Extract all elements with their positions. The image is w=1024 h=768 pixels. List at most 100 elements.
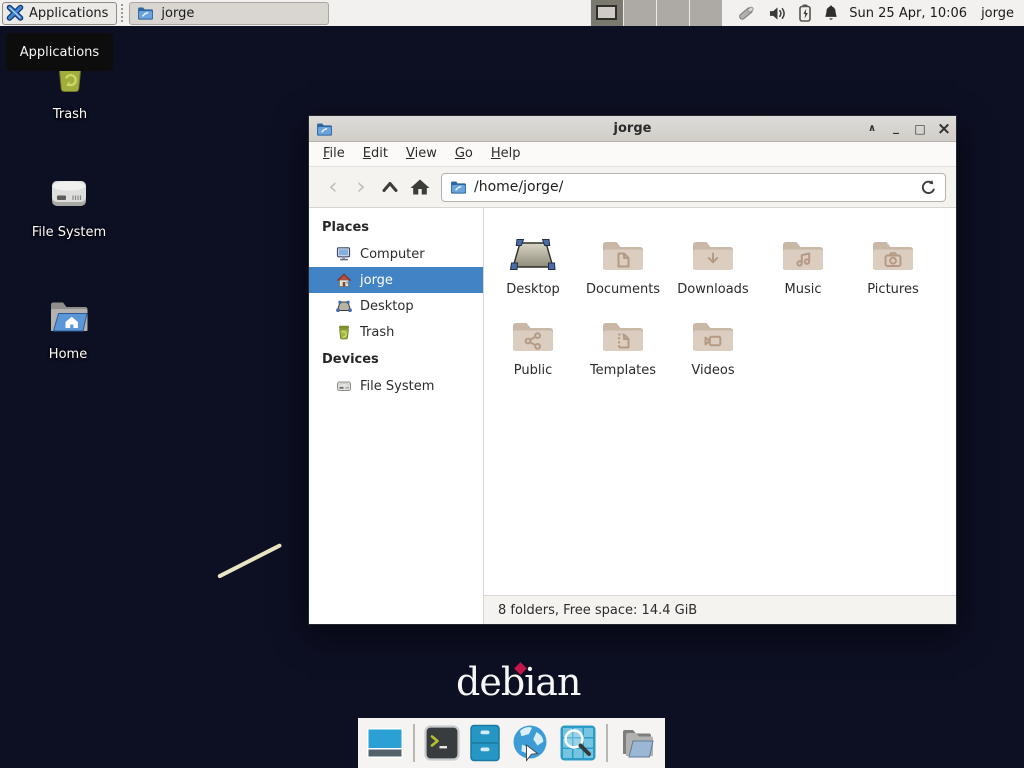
sidebar: Places Computer <box>309 208 484 624</box>
file-manager-window: jorge ∧ _ □ × File Edit View Go Help ‹ › <box>308 115 957 625</box>
window-controls: ∧ _ □ × <box>860 117 956 141</box>
sidebar-item-label: File System <box>360 379 434 394</box>
workspace-3[interactable] <box>656 0 689 26</box>
file-pane[interactable]: Desktop Documents <box>484 208 956 595</box>
sidebar-item-label: Desktop <box>360 299 414 314</box>
xfce-logo-icon <box>6 4 24 22</box>
home-button[interactable] <box>405 177 435 197</box>
minimize-button[interactable]: _ <box>884 115 908 139</box>
desktop-icon-label: Trash <box>53 107 87 122</box>
folder-public-icon <box>509 317 557 357</box>
path-input[interactable]: /home/jorge/ <box>474 179 913 195</box>
sidebar-item-file-system[interactable]: File System <box>309 373 483 399</box>
directory-menu-button[interactable] <box>617 726 657 760</box>
statusbar: 8 folders, Free space: 14.4 GiB <box>484 595 956 624</box>
user-home-icon <box>336 272 352 288</box>
system-tray <box>736 4 839 22</box>
desktop-icon-home[interactable]: Home <box>6 296 130 362</box>
home-folder-icon <box>44 296 92 340</box>
window-body: Places Computer <box>309 208 956 624</box>
folder-icon <box>137 6 154 20</box>
titlebar[interactable]: jorge ∧ _ □ × <box>309 116 956 142</box>
folder-music-icon <box>779 236 827 276</box>
menu-edit[interactable]: Edit <box>354 142 397 166</box>
path-bar[interactable]: /home/jorge/ <box>441 173 946 202</box>
top-panel: Applications jorge <box>0 0 1024 26</box>
folder-stack-icon <box>617 726 657 760</box>
sidebar-item-desktop[interactable]: Desktop <box>309 293 483 319</box>
file-manager-launcher[interactable] <box>469 724 501 762</box>
web-browser-launcher[interactable] <box>510 723 550 763</box>
app-finder-launcher[interactable] <box>559 724 597 762</box>
file-label: Desktop <box>506 282 560 297</box>
close-button[interactable]: × <box>932 117 956 141</box>
menu-view[interactable]: View <box>397 142 446 166</box>
sidebar-item-trash[interactable]: Trash <box>309 319 483 345</box>
toolbar: ‹ › /home/jorge/ <box>309 167 956 208</box>
file-label: Documents <box>586 282 660 297</box>
notifications-bell-icon[interactable] <box>823 4 839 22</box>
file-item-pictures[interactable]: Pictures <box>848 224 938 297</box>
menu-go[interactable]: Go <box>446 142 482 166</box>
folder-pictures-icon <box>869 236 917 276</box>
main-column: Desktop Documents <box>484 208 956 624</box>
back-button[interactable]: ‹ <box>319 177 347 197</box>
sidebar-item-label: jorge <box>360 273 393 288</box>
file-item-templates[interactable]: Templates <box>578 305 668 378</box>
folder-templates-icon <box>599 317 647 357</box>
workspace-switcher <box>590 0 722 26</box>
sidebar-item-computer[interactable]: Computer <box>309 241 483 267</box>
globe-browser-icon <box>510 723 550 763</box>
dock-separator <box>413 724 415 762</box>
file-item-public[interactable]: Public <box>488 305 578 378</box>
sidebar-item-label: Trash <box>360 325 394 340</box>
input-device-icon[interactable] <box>736 4 757 22</box>
desktop-icon <box>509 232 557 276</box>
file-label: Downloads <box>677 282 748 297</box>
taskbar-window-button[interactable]: jorge <box>129 2 329 25</box>
file-item-music[interactable]: Music <box>758 224 848 297</box>
terminal-launcher[interactable] <box>424 725 460 761</box>
reload-icon[interactable] <box>920 179 937 196</box>
terminal-icon <box>424 725 460 761</box>
file-item-desktop[interactable]: Desktop <box>488 224 578 297</box>
chevron-up-icon <box>380 177 400 197</box>
file-item-downloads[interactable]: Downloads <box>668 224 758 297</box>
desktop-icon <box>336 298 352 314</box>
up-button[interactable] <box>375 177 405 197</box>
folder-documents-icon <box>599 236 647 276</box>
debian-logo: debian <box>456 660 580 704</box>
volume-icon[interactable] <box>768 5 787 22</box>
battery-charging-icon[interactable] <box>798 4 812 22</box>
clock[interactable]: Sun 25 Apr, 10:06 <box>849 6 967 21</box>
trash-icon <box>336 324 352 340</box>
sidebar-header-places: Places <box>309 213 483 241</box>
folder-downloads-icon <box>689 236 737 276</box>
file-item-videos[interactable]: Videos <box>668 305 758 378</box>
statusbar-text: 8 folders, Free space: 14.4 GiB <box>498 603 697 618</box>
tooltip-text: Applications <box>20 45 99 60</box>
shade-button[interactable]: ∧ <box>860 117 884 141</box>
sidebar-item-jorge[interactable]: jorge <box>309 267 483 293</box>
show-desktop-button[interactable] <box>366 726 404 760</box>
workspace-2[interactable] <box>623 0 656 26</box>
workspace-1[interactable] <box>590 0 623 26</box>
desktop-icon-file-system[interactable]: File System <box>7 168 131 240</box>
user-menu[interactable]: jorge <box>981 6 1014 21</box>
menu-help[interactable]: Help <box>482 142 530 166</box>
dock-separator <box>606 724 608 762</box>
menubar: File Edit View Go Help <box>309 142 956 167</box>
taskbar-handle[interactable] <box>121 4 126 22</box>
dock-panel <box>358 718 665 768</box>
workspace-4[interactable] <box>689 0 722 26</box>
menu-file[interactable]: File <box>314 142 354 166</box>
maximize-button[interactable]: □ <box>908 117 932 141</box>
folder-icon <box>450 180 467 194</box>
app-finder-icon <box>559 724 597 762</box>
applications-menu-button[interactable]: Applications <box>2 2 117 25</box>
window-title: jorge <box>309 121 956 136</box>
file-label: Pictures <box>867 282 918 297</box>
file-item-documents[interactable]: Documents <box>578 224 668 297</box>
taskbar-window-label: jorge <box>161 6 194 21</box>
forward-button[interactable]: › <box>347 177 375 197</box>
